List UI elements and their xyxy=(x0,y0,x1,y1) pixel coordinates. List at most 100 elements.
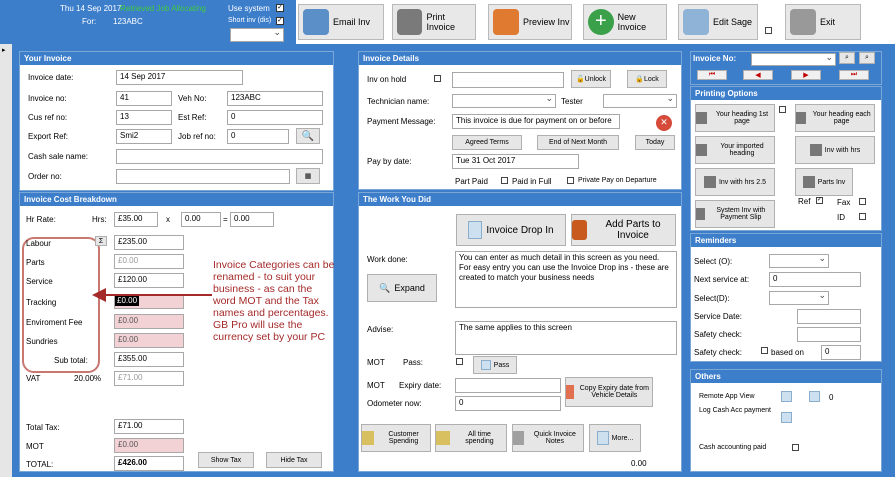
enviroment-fee-input[interactable]: £0.00 xyxy=(114,314,184,329)
remote-app-icon-2[interactable] xyxy=(809,391,820,402)
payment-slip-button[interactable]: System Inv with Payment Slip xyxy=(695,200,775,228)
expand-button[interactable]: 🔍 Expand xyxy=(367,274,437,302)
email-inv-button[interactable]: Email Inv xyxy=(298,4,384,40)
safety-check-input[interactable] xyxy=(797,327,861,342)
more-button[interactable]: More... xyxy=(589,424,641,452)
based-on-input[interactable]: 0 xyxy=(821,345,861,360)
new-invoice-button[interactable]: + New Invoice xyxy=(583,4,667,40)
private-pay-checkbox[interactable] xyxy=(567,177,574,184)
invoice-drop-in-button[interactable]: Invoice Drop In xyxy=(456,214,566,246)
edit-sage-checkbox[interactable] xyxy=(765,27,772,34)
last-record-button[interactable]: ⏭ xyxy=(839,70,869,80)
short-inv-checkbox[interactable]: ✓ xyxy=(276,17,284,25)
search-button[interactable]: 🔍 xyxy=(296,128,320,144)
quick-notes-button[interactable]: Quick Invoice Notes xyxy=(512,424,584,452)
next-record-button[interactable]: ▶ xyxy=(791,70,821,80)
search-icon: 🔍 xyxy=(301,130,315,142)
select-o-dropdown[interactable] xyxy=(769,253,829,268)
heading-each-page-button[interactable]: Your heading each page xyxy=(795,104,875,132)
id-checkbox[interactable] xyxy=(859,213,866,220)
find-next-button[interactable]: ⌕ xyxy=(859,52,875,64)
first-record-button[interactable]: ⏮ xyxy=(697,70,727,80)
log-cash-icon[interactable] xyxy=(781,412,792,423)
fax-checkbox[interactable] xyxy=(859,198,866,205)
payment-message-input[interactable]: This invoice is due for payment on or be… xyxy=(452,114,620,129)
inv-with-hrs-25-button[interactable]: Inv with hrs 2.5 xyxy=(695,168,775,196)
subtotal-input[interactable]: £355.00 xyxy=(114,352,184,367)
new-invoice-label: New Invoice xyxy=(617,12,647,32)
veh-no-input[interactable]: 123ABC xyxy=(227,91,323,106)
door-icon xyxy=(790,9,816,35)
print-invoice-button[interactable]: Print Invoice xyxy=(392,4,476,40)
pay-by-input[interactable]: Tue 31 Oct 2017 xyxy=(452,154,579,169)
sundries-input[interactable]: £0.00 xyxy=(114,333,184,348)
mot-cost-input[interactable]: £0.00 xyxy=(114,438,184,453)
today-button[interactable]: Today xyxy=(635,135,675,150)
total-input[interactable]: £426.00 xyxy=(114,456,184,471)
hrs-input[interactable]: 0.00 xyxy=(181,212,221,227)
find-button[interactable]: ⌕ xyxy=(839,52,855,64)
unlock-button[interactable]: 🔓 Unlock xyxy=(571,70,611,88)
cash-paid-checkbox[interactable] xyxy=(792,444,799,451)
clear-message-icon[interactable]: ✕ xyxy=(656,115,672,131)
hide-tax-button[interactable]: Hide Tax xyxy=(266,452,322,468)
agreed-terms-button[interactable]: Agreed Terms xyxy=(452,135,522,150)
hr-total-input[interactable]: 0.00 xyxy=(230,212,274,227)
parts-inv-button[interactable]: Parts Inv xyxy=(795,168,853,196)
hold-reason-input[interactable] xyxy=(452,72,564,88)
est-ref-input[interactable]: 0 xyxy=(227,110,323,125)
total-tax-input[interactable]: £71.00 xyxy=(114,419,184,434)
invoice-no-select[interactable] xyxy=(751,52,836,66)
technician-select[interactable] xyxy=(452,93,556,108)
order-no-input[interactable] xyxy=(116,169,290,184)
add-parts-button[interactable]: Add Parts to Invoice xyxy=(571,214,676,246)
use-system-checkbox[interactable]: ✓ xyxy=(276,4,284,12)
inv-with-hrs-button[interactable]: Inv with hrs xyxy=(795,136,875,164)
odometer-input[interactable]: 0 xyxy=(455,396,561,411)
imported-heading-button[interactable]: Your imported heading xyxy=(695,136,775,164)
customer-spending-button[interactable]: Customer Spending xyxy=(361,424,431,452)
exit-button[interactable]: Exit xyxy=(785,4,861,40)
inv-on-hold-checkbox[interactable] xyxy=(434,75,441,82)
preview-inv-button[interactable]: Preview Inv xyxy=(488,4,572,40)
tester-select[interactable] xyxy=(603,93,677,108)
cus-ref-input[interactable]: 13 xyxy=(116,110,172,125)
vat-input[interactable]: £71.00 xyxy=(114,371,184,386)
pass-checkbox[interactable] xyxy=(456,358,463,365)
lock-button[interactable]: 🔒 Lock xyxy=(627,70,667,88)
select-d-dropdown[interactable] xyxy=(769,290,829,305)
order-lookup-button[interactable]: ▦ xyxy=(296,168,320,184)
labour-input[interactable]: £235.00 xyxy=(114,235,184,250)
service-date-input[interactable] xyxy=(797,309,861,324)
sum-button[interactable]: Σ xyxy=(95,236,107,246)
pass-button[interactable]: Pass xyxy=(473,356,517,374)
job-ref-input[interactable]: 0 xyxy=(227,129,289,144)
part-paid-checkbox[interactable] xyxy=(501,177,508,184)
edit-sage-button[interactable]: Edit Sage xyxy=(678,4,758,40)
invoice-no-input[interactable]: 41 xyxy=(116,91,172,106)
next-service-input[interactable]: 0 xyxy=(769,272,861,287)
invoice-date-input[interactable]: 14 Sep 2017 xyxy=(116,70,243,85)
advise-textarea[interactable]: The same applies to this screen xyxy=(455,321,677,355)
heading-first-page-checkbox[interactable] xyxy=(779,106,786,113)
parts-input[interactable]: £0.00 xyxy=(114,254,184,269)
heading-first-page-button[interactable]: Your heading 1st page xyxy=(695,104,775,132)
safety-check-checkbox[interactable] xyxy=(761,347,768,354)
copy-expiry-button[interactable]: Copy Expiry date from Vehicle Details xyxy=(565,377,653,407)
export-ref-input[interactable]: Smi2 xyxy=(116,129,172,144)
prev-record-button[interactable]: ◀ xyxy=(743,70,773,80)
short-inv-label: Short inv (dis) xyxy=(228,17,272,24)
all-time-spending-button[interactable]: All time spending xyxy=(435,424,507,452)
remote-app-icon[interactable] xyxy=(781,391,792,402)
printer-icon-5 xyxy=(703,176,716,188)
end-next-month-button[interactable]: End of Next Month xyxy=(537,135,619,150)
work-done-textarea[interactable]: You can enter as much detail in this scr… xyxy=(455,251,677,308)
show-tax-button[interactable]: Show Tax xyxy=(198,452,254,468)
cash-sale-input[interactable] xyxy=(116,149,323,164)
expiry-date-input[interactable] xyxy=(455,378,561,393)
pay-by-label: Pay by date: xyxy=(367,157,412,166)
top-dropdown[interactable] xyxy=(230,27,284,42)
ref-checkbox[interactable]: ✓ xyxy=(816,197,823,204)
hr-rate-input[interactable]: £35.00 xyxy=(114,212,158,227)
printer-icon-7 xyxy=(696,208,705,220)
